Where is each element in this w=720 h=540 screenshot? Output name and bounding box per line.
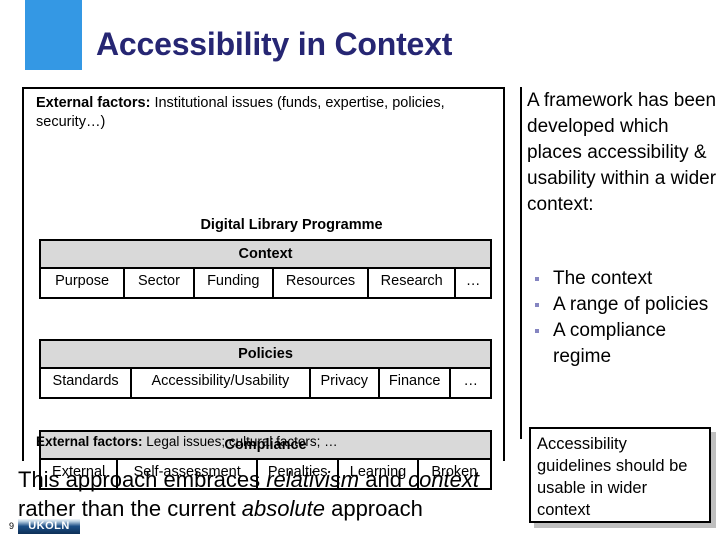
statement-part-1: This approach embraces	[18, 467, 267, 492]
statement-part-4: approach	[324, 496, 423, 521]
bullet-dot-icon	[535, 329, 539, 333]
external-factors-top: External factors: Institutional issues (…	[36, 94, 491, 132]
framework-diagram: External factors: Institutional issues (…	[22, 87, 507, 490]
diagram-cell: Research	[369, 269, 457, 297]
diagram-cell: Sector	[125, 269, 195, 297]
diagram-cell: Privacy	[311, 369, 380, 397]
diagram-group-policies: Policies Standards Accessibility/Usabilit…	[39, 339, 492, 399]
diagram-cell: Funding	[195, 269, 274, 297]
framework-bullet-list: The context A range of policies A complian…	[527, 266, 720, 370]
external-factors-bottom-text: Legal issues; cultural factors; …	[142, 434, 338, 449]
digital-library-programme-label: Digital Library Programme	[24, 217, 507, 233]
bullet-item: A range of policies	[527, 292, 720, 318]
external-factors-bottom: External factors: Legal issues; cultural…	[36, 434, 496, 449]
closing-statement: This approach embraces relativism and co…	[18, 465, 538, 523]
diagram-cell: …	[463, 373, 478, 389]
bullet-dot-icon	[535, 277, 539, 281]
bullet-label: A compliance regime	[553, 320, 667, 367]
ukoln-logo: UKOLN	[18, 519, 80, 534]
external-factors-top-label: External factors:	[36, 95, 151, 111]
statement-part-2: and	[359, 467, 409, 492]
framework-intro-text: A framework has been developed which pla…	[527, 90, 717, 215]
diagram-cell: Resources	[274, 269, 370, 297]
accent-block	[25, 0, 82, 70]
statement-emphasis-context: context	[408, 467, 480, 492]
page-number: 9	[9, 521, 15, 531]
bullet-label: The context	[553, 268, 653, 289]
group-heading: Context	[39, 239, 492, 269]
diagram-cell: Accessibility/Usability	[132, 369, 311, 397]
slide-canvas: Accessibility in Context External factor…	[0, 0, 720, 540]
statement-part-3: rather than the current	[18, 496, 242, 521]
statement-emphasis-relativism: relativism	[266, 467, 360, 492]
accessibility-guidelines-callout: Accessibility guidelines should be usabl…	[529, 427, 711, 523]
group-heading: Policies	[39, 339, 492, 369]
bullet-dot-icon	[535, 303, 539, 307]
external-factors-bottom-label: External factors:	[36, 434, 143, 449]
group-cell-row: Purpose Sector Funding Resources Research …	[39, 269, 492, 299]
statement-emphasis-absolute: absolute	[241, 496, 325, 521]
page-title: Accessibility in Context	[96, 26, 453, 62]
group-cell-row: Standards Accessibility/Usability Privacy F…	[39, 369, 492, 399]
right-column-divider	[520, 87, 522, 439]
bullet-item: The context	[527, 266, 720, 292]
digital-library-programme-text: Digital Library Programme	[200, 217, 383, 233]
diagram-group-context: Context Purpose Sector Funding Resources Res…	[39, 239, 492, 299]
diagram-cell: …	[465, 273, 481, 289]
diagram-cell: Standards	[41, 369, 133, 397]
diagram-cell: Finance	[380, 369, 452, 397]
bullet-label: A range of policies	[553, 294, 709, 315]
bullet-item: A compliance regime	[527, 318, 720, 370]
diagram-cell: Purpose	[41, 269, 126, 297]
